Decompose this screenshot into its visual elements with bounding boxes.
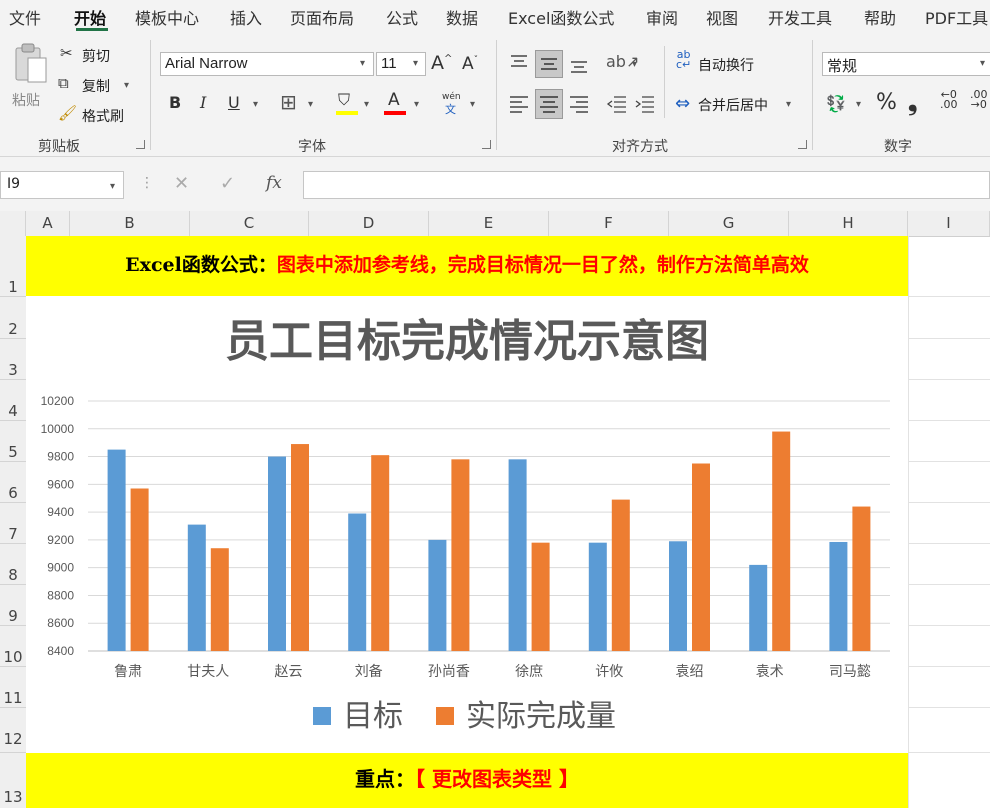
bar-target [268, 456, 286, 651]
bar-actual [130, 488, 149, 651]
bar-actual [531, 542, 550, 651]
x-tick-label: 袁绍 [676, 664, 704, 680]
bar-actual [772, 431, 791, 651]
x-tick-label: 司马懿 [829, 664, 871, 680]
y-tick-label: 10200 [41, 394, 75, 408]
legend-swatch [313, 707, 331, 725]
banner-bottom-text: 【 更改图表类型 】 [415, 767, 579, 791]
legend-label: 实际完成量 [466, 699, 616, 734]
bar-target [829, 541, 848, 651]
y-tick-label: 10000 [41, 422, 75, 436]
x-tick-label: 赵云 [275, 664, 303, 680]
bar-actual [611, 499, 630, 651]
y-tick-label: 8800 [47, 588, 74, 602]
bar-target [428, 539, 447, 651]
bar-target [588, 542, 607, 651]
banner-bottom-prefix: 重点： [355, 767, 416, 791]
x-tick-label: 许攸 [595, 664, 623, 680]
bar-target [187, 524, 206, 651]
bar-target [669, 541, 687, 651]
bar-actual [692, 463, 710, 651]
y-tick-label: 9200 [47, 533, 74, 547]
y-tick-label: 8400 [47, 644, 74, 658]
bar-target [508, 459, 527, 651]
banner-bottom[interactable]: 重点：【 更改图表类型 】 [26, 753, 908, 808]
y-tick-label: 9000 [47, 561, 74, 575]
x-tick-label: 鲁肃 [114, 664, 142, 680]
bar-target [107, 449, 126, 651]
bar-actual [291, 444, 309, 651]
y-tick-label: 8600 [47, 616, 74, 630]
legend-label: 目标 [343, 699, 403, 734]
bar-chart[interactable]: 8400 8600 8800 9000 9200 9400 9600 9800 10000 102… [0, 0, 990, 808]
x-tick-label: 徐庶 [515, 664, 543, 680]
bar-target [749, 564, 768, 651]
x-tick-label: 袁术 [756, 664, 784, 680]
y-tick-label: 9600 [47, 477, 74, 491]
bar-actual [210, 548, 229, 651]
bar-actual [451, 459, 470, 651]
x-tick-label: 孙尚香 [428, 664, 470, 680]
y-tick-label: 9400 [47, 505, 74, 519]
legend-swatch [436, 707, 454, 725]
bar-actual [371, 455, 390, 651]
y-tick-label: 9800 [47, 450, 74, 464]
bar-target [348, 513, 367, 651]
bar-actual [852, 506, 871, 651]
x-tick-label: 刘备 [355, 663, 383, 680]
x-tick-label: 甘夫人 [187, 664, 229, 680]
